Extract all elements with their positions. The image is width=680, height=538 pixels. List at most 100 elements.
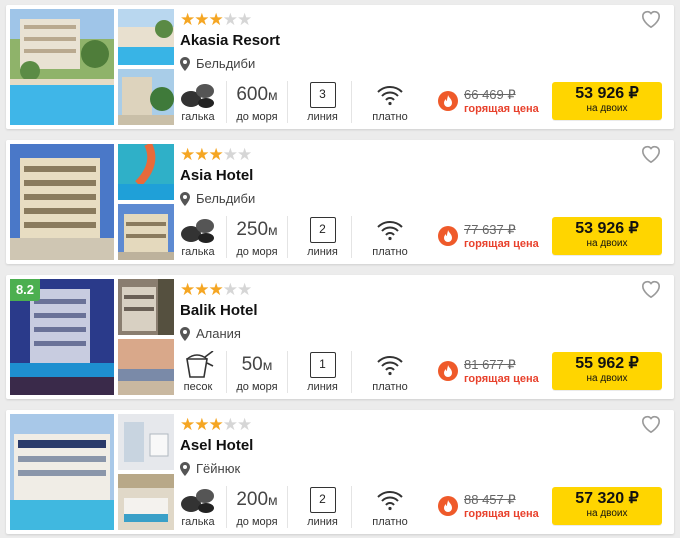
price-button[interactable]: 57 320 ₽ на двоих (552, 487, 662, 525)
star-rating: ★★★★★ (180, 145, 252, 164)
price-button[interactable]: 55 962 ₽ на двоих (552, 352, 662, 390)
distance-unit: м (262, 357, 273, 373)
hotel-location: Бельдиби (180, 56, 255, 71)
fire-icon (438, 226, 458, 246)
wifi-icon (377, 86, 403, 106)
sea-distance: 50м до моря (226, 351, 288, 393)
price-subtitle: на двоих (586, 103, 628, 114)
location-label: Гёйнюк (196, 461, 241, 476)
location-label: Бельдиби (196, 191, 256, 206)
old-price: 66 469 ₽ (464, 87, 516, 102)
hotel-photo-thumb[interactable] (118, 339, 174, 395)
review-score-badge: 8.2 (10, 279, 40, 301)
map-pin-icon (180, 461, 190, 476)
star-filled-icon: ★ (180, 415, 195, 434)
fire-icon (438, 91, 458, 111)
favorite-heart-icon[interactable] (640, 144, 662, 164)
map-pin-icon (180, 191, 190, 206)
wifi-label: платно (372, 111, 408, 123)
wifi-info: платно (358, 81, 422, 123)
price-subtitle: на двоих (586, 373, 628, 384)
beach-type: галька (176, 486, 220, 528)
star-filled-icon: ★ (194, 145, 209, 164)
hotel-photo-thumb[interactable] (118, 204, 174, 260)
favorite-heart-icon[interactable] (640, 414, 662, 434)
wifi-label: платно (372, 246, 408, 258)
beach-label: галька (181, 246, 215, 258)
star-filled-icon: ★ (180, 145, 195, 164)
wifi-label: платно (372, 516, 408, 528)
sea-distance: 600м до моря (226, 81, 288, 123)
hot-price-label: горящая цена (464, 373, 539, 385)
star-filled-icon: ★ (194, 415, 209, 434)
price-button[interactable]: 53 926 ₽ на двоих (552, 217, 662, 255)
hotel-photo-thumb[interactable] (118, 279, 174, 335)
line-label: линия (307, 246, 338, 258)
beach-line: 3 линия (294, 81, 352, 123)
hotel-photo-main[interactable] (10, 414, 114, 530)
distance-unit: м (268, 222, 278, 238)
distance-value: 50 (241, 354, 263, 375)
price-button[interactable]: 53 926 ₽ на двоих (552, 82, 662, 120)
star-empty-icon: ★ (237, 280, 252, 299)
distance-unit: м (268, 87, 278, 103)
star-rating: ★★★★★ (180, 10, 252, 29)
fire-icon (438, 496, 458, 516)
hotel-location: Бельдиби (180, 191, 255, 206)
hotel-photo-thumb[interactable] (118, 69, 174, 125)
price-value: 53 926 ₽ (575, 85, 639, 102)
favorite-heart-icon[interactable] (640, 9, 662, 29)
distance-value: 200 (236, 489, 269, 510)
map-pin-icon (180, 326, 190, 341)
old-price: 88 457 ₽ (464, 492, 516, 507)
star-filled-icon: ★ (180, 10, 195, 29)
sea-distance: 250м до моря (226, 216, 288, 258)
star-rating: ★★★★★ (180, 415, 252, 434)
distance-label: до моря (236, 381, 278, 393)
hotel-card[interactable]: ★★★★★ Asel Hotel Гёйнюк галька 200м до м… (6, 410, 674, 534)
distance-value: 250 (236, 219, 269, 240)
star-empty-icon: ★ (222, 10, 238, 29)
sea-distance: 200м до моря (226, 486, 288, 528)
old-price: 81 677 ₽ (464, 357, 516, 372)
wifi-label: платно (372, 381, 408, 393)
price-subtitle: на двоих (586, 508, 628, 519)
hotel-photo-thumb[interactable] (118, 474, 174, 530)
beach-type: галька (176, 216, 220, 258)
star-filled-icon: ★ (208, 145, 224, 164)
hotel-name[interactable]: Balik Hotel (180, 302, 258, 319)
map-pin-icon (180, 56, 190, 71)
star-filled-icon: ★ (194, 280, 209, 299)
hotel-name[interactable]: Akasia Resort (180, 32, 280, 49)
pebbles-icon (181, 489, 214, 513)
price-value: 53 926 ₽ (575, 220, 639, 237)
hotel-photo-thumb[interactable] (118, 414, 174, 470)
hotel-card[interactable]: ★★★★★ Akasia Resort Бельдиби галька 600м… (6, 5, 674, 129)
hotel-card[interactable]: ★★★★★ Asia Hotel Бельдиби галька 250м до… (6, 140, 674, 264)
distance-label: до моря (236, 246, 278, 258)
fire-icon (438, 361, 458, 381)
hotel-card[interactable]: 8.2 ★★★★★ Balik Hotel Алания песок 50м д… (6, 275, 674, 399)
hotel-name[interactable]: Asel Hotel (180, 437, 253, 454)
star-filled-icon: ★ (208, 10, 224, 29)
line-number: 2 (309, 487, 336, 513)
price-subtitle: на двоих (586, 238, 628, 249)
line-number: 1 (309, 352, 336, 378)
hotel-photo-thumb[interactable] (118, 144, 174, 200)
hotel-location: Алания (180, 326, 241, 341)
hotel-photo-main[interactable] (10, 144, 114, 260)
favorite-heart-icon[interactable] (640, 279, 662, 299)
hotel-name[interactable]: Asia Hotel (180, 167, 253, 184)
line-label: линия (307, 516, 338, 528)
pebbles-icon (181, 84, 214, 108)
hotel-list: ★★★★★ Akasia Resort Бельдиби галька 600м… (0, 0, 680, 538)
star-rating: ★★★★★ (180, 280, 252, 299)
hotel-photo-main[interactable] (10, 9, 114, 125)
star-empty-icon: ★ (222, 415, 238, 434)
distance-label: до моря (236, 111, 278, 123)
wifi-info: платно (358, 486, 422, 528)
sand-bucket-icon (186, 351, 214, 378)
hotel-photo-thumb[interactable] (118, 9, 174, 65)
wifi-icon (377, 491, 403, 511)
location-label: Алания (196, 326, 241, 341)
